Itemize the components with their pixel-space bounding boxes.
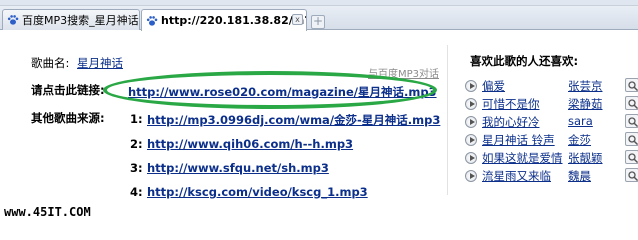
play-icon[interactable] — [465, 80, 477, 92]
recommend-artist-link[interactable]: 张芸京 — [568, 78, 603, 94]
song-name-link[interactable]: 星月神话 — [77, 55, 123, 71]
search-icon[interactable] — [625, 114, 638, 128]
highlight-ellipse — [103, 71, 437, 109]
recommend-artist-link[interactable]: 魏晨 — [568, 168, 591, 184]
recommend-item: 偏爱 张芸京 — [462, 78, 638, 94]
source-number: 4: — [130, 185, 143, 199]
recommend-song-link[interactable]: 可惜不是你 — [482, 96, 540, 112]
column-divider — [447, 45, 448, 195]
recommend-item: 可惜不是你 梁静茹 — [462, 96, 638, 112]
recommend-title: 喜欢此歌的人还喜欢: — [470, 54, 579, 68]
recommend-item: 流星雨又来临 魏晨 — [462, 168, 638, 184]
source-number: 3: — [130, 161, 143, 175]
baidu-paw-icon — [146, 15, 158, 26]
source-link-3[interactable]: http://www.sfqu.net/sh.mp3 — [147, 161, 329, 175]
tab-label: 百度MP3搜索_星月神话 — [22, 14, 139, 27]
click-link-label: 请点击此链接: — [31, 83, 105, 97]
play-icon[interactable] — [465, 170, 477, 182]
recommend-song-link[interactable]: 流星雨又来临 — [482, 168, 551, 184]
recommend-artist-link[interactable]: 金莎 — [568, 132, 591, 148]
source-link-2[interactable]: http://www.qih06.com/h--h.mp3 — [147, 137, 353, 151]
play-icon[interactable] — [465, 134, 477, 146]
recommend-song-link[interactable]: 偏爱 — [482, 78, 505, 94]
recommend-song-link[interactable]: 如果这就是爱情 — [482, 150, 563, 166]
recommend-song-link[interactable]: 星月神话 铃声 — [482, 132, 555, 148]
source-link-4[interactable]: http://kscg.com/video/kscg_1.mp3 — [147, 185, 368, 199]
play-icon[interactable] — [465, 98, 477, 110]
tab-mp3-page[interactable]: http://220.181.38.82/m?w... x — [141, 9, 307, 31]
song-name-label: 歌曲名: — [31, 56, 70, 70]
search-icon[interactable] — [625, 96, 638, 110]
recommend-item: 我的心好冷 sara — [462, 114, 638, 130]
play-icon[interactable] — [465, 116, 477, 128]
search-icon[interactable] — [625, 78, 638, 92]
recommend-item: 星月神话 铃声 金莎 — [462, 132, 638, 148]
close-tab-icon[interactable]: x — [292, 14, 303, 25]
source-link-1[interactable]: http://mp3.0996dj.com/wma/金莎-星月神话.mp3 — [147, 112, 440, 128]
recommend-artist-link[interactable]: 梁静茹 — [568, 96, 603, 112]
source-number: 2: — [130, 137, 143, 151]
search-icon[interactable] — [625, 150, 638, 164]
site-watermark: www.45IT.COM — [2, 205, 93, 219]
search-icon[interactable] — [625, 132, 638, 146]
tab-bar: 百度MP3搜索_星月神话 http://220.181.38.82/m?w...… — [0, 6, 638, 31]
recommend-artist-link[interactable]: sara — [568, 114, 593, 128]
search-icon[interactable] — [625, 168, 638, 182]
baidu-paw-icon — [7, 15, 19, 25]
tab-baidu-search[interactable]: 百度MP3搜索_星月神话 — [2, 9, 140, 30]
source-number: 1: — [130, 112, 143, 126]
recommend-song-link[interactable]: 我的心好冷 — [482, 114, 540, 130]
other-sources-label: 其他歌曲来源: — [31, 111, 105, 125]
play-icon[interactable] — [465, 152, 477, 164]
recommend-artist-link[interactable]: 张靓颖 — [568, 150, 603, 166]
tab-label: http://220.181.38.82/m?w... — [161, 14, 306, 27]
recommend-item: 如果这就是爱情 张靓颖 — [462, 150, 638, 166]
new-tab-button[interactable]: + — [311, 15, 325, 29]
